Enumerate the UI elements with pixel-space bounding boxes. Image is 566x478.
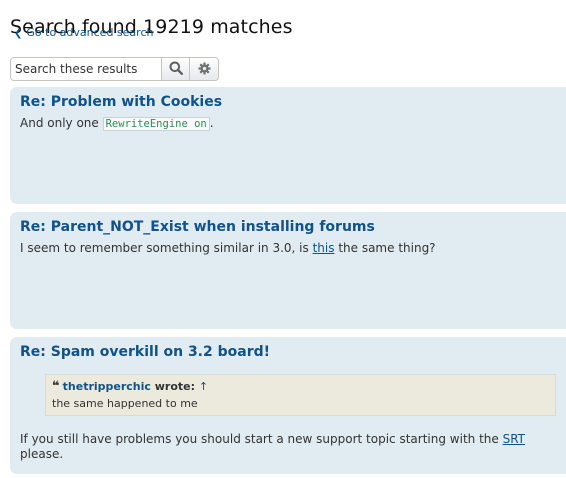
search-result-post: Re: Parent_NOT_Exist when installing for… bbox=[10, 212, 566, 329]
inline-code: RewriteEngine on bbox=[102, 117, 210, 131]
gear-icon bbox=[197, 60, 211, 79]
post-title-link[interactable]: Re: Spam overkill on 3.2 board! bbox=[20, 344, 556, 360]
search-input[interactable] bbox=[11, 58, 162, 80]
search-settings-button[interactable] bbox=[190, 58, 218, 80]
chevron-left-icon: ❮ bbox=[14, 28, 23, 39]
post-text: And only one bbox=[20, 116, 99, 130]
post-inline-link[interactable]: this bbox=[313, 241, 335, 255]
post-content: And only one RewriteEngine on. bbox=[20, 116, 556, 132]
quote-wrote-label: wrote: bbox=[154, 380, 196, 393]
quote-source-arrow-icon[interactable]: ↑ bbox=[199, 380, 208, 393]
search-box bbox=[10, 57, 219, 81]
advanced-search-label: Go to advanced search bbox=[26, 26, 154, 39]
post-inline-link[interactable]: SRT bbox=[503, 432, 525, 446]
post-text-end: the same thing? bbox=[338, 241, 436, 255]
post-content: I seem to remember something similar in … bbox=[20, 241, 556, 256]
post-title-link[interactable]: Re: Problem with Cookies bbox=[20, 94, 556, 110]
quote-icon: ❝ bbox=[52, 379, 60, 394]
post-text: I seem to remember something similar in … bbox=[20, 241, 309, 255]
post-text: If you still have problems you should st… bbox=[20, 432, 499, 446]
quote-body: the same happened to me bbox=[52, 397, 198, 410]
post-text-end: . bbox=[209, 116, 214, 130]
post-content: If you still have problems you should st… bbox=[20, 432, 556, 462]
quote-header: ❝ thetripperchic wrote: ↑ bbox=[52, 379, 549, 394]
search-button[interactable] bbox=[162, 58, 191, 80]
post-title-link[interactable]: Re: Parent_NOT_Exist when installing for… bbox=[20, 219, 556, 235]
search-result-post: Re: Spam overkill on 3.2 board! ❝ thetrip… bbox=[10, 337, 566, 474]
quote-author-link[interactable]: thetripperchic bbox=[63, 380, 151, 393]
post-text-end: please. bbox=[20, 447, 64, 461]
search-result-post: Re: Problem with Cookies And only one Re… bbox=[10, 87, 566, 204]
blockquote: ❝ thetripperchic wrote: ↑ the same happen… bbox=[45, 374, 556, 416]
search-icon bbox=[169, 60, 183, 79]
advanced-search-link[interactable]: ❮ Go to advanced search bbox=[14, 26, 153, 39]
